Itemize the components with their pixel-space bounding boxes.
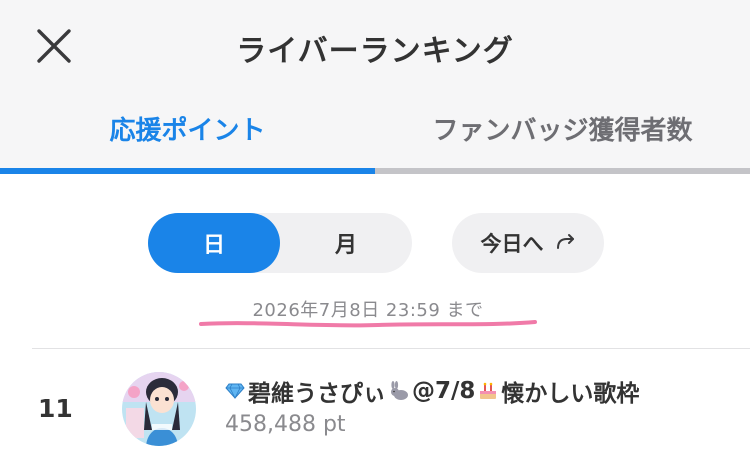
liver-name-part2: @7/8 (412, 378, 476, 404)
gem-icon (225, 383, 245, 399)
ranking-row[interactable]: 11 碧維うさぴぃ @7/8 懐かしい歌枠 458,488 pt (0, 352, 750, 460)
handdrawn-underline (199, 320, 537, 328)
liver-name-part3: 懐かしい歌枠 (501, 381, 640, 407)
list-divider (32, 348, 750, 349)
support-points-value: 458,488 pt (225, 412, 346, 437)
tab-fan-badge-count[interactable]: ファンバッジ獲得者数 (375, 88, 750, 168)
period-month-button[interactable]: 月 (280, 213, 412, 273)
period-day-button[interactable]: 日 (148, 213, 280, 273)
rank-number: 11 (38, 394, 73, 423)
go-today-label: 今日へ (480, 232, 544, 256)
tab-support-points[interactable]: 応援ポイント (0, 88, 375, 168)
redo-arrow-icon (556, 234, 574, 249)
avatar[interactable] (122, 372, 196, 446)
header-bar: ライバーランキング (0, 0, 750, 88)
avatar-image (122, 372, 196, 446)
rabbit-icon (391, 381, 408, 400)
go-today-button[interactable]: 今日へ (452, 213, 604, 273)
period-toggle: 日 月 (148, 213, 412, 273)
tab-indicator-inactive (375, 168, 750, 174)
tab-bar: 応援ポイント ファンバッジ獲得者数 (0, 88, 750, 174)
birthday-cake-icon (480, 382, 497, 399)
ranking-screen: ライバーランキング 応援ポイント ファンバッジ獲得者数 日 月 今日へ 2026… (0, 0, 750, 460)
page-title: ライバーランキング (236, 34, 514, 69)
liver-name: 碧維うさぴぃ @7/8 懐かしい歌枠 (225, 374, 745, 408)
tab-indicator-active (0, 168, 375, 174)
liver-name-part1: 碧維うさぴぃ (248, 381, 386, 407)
